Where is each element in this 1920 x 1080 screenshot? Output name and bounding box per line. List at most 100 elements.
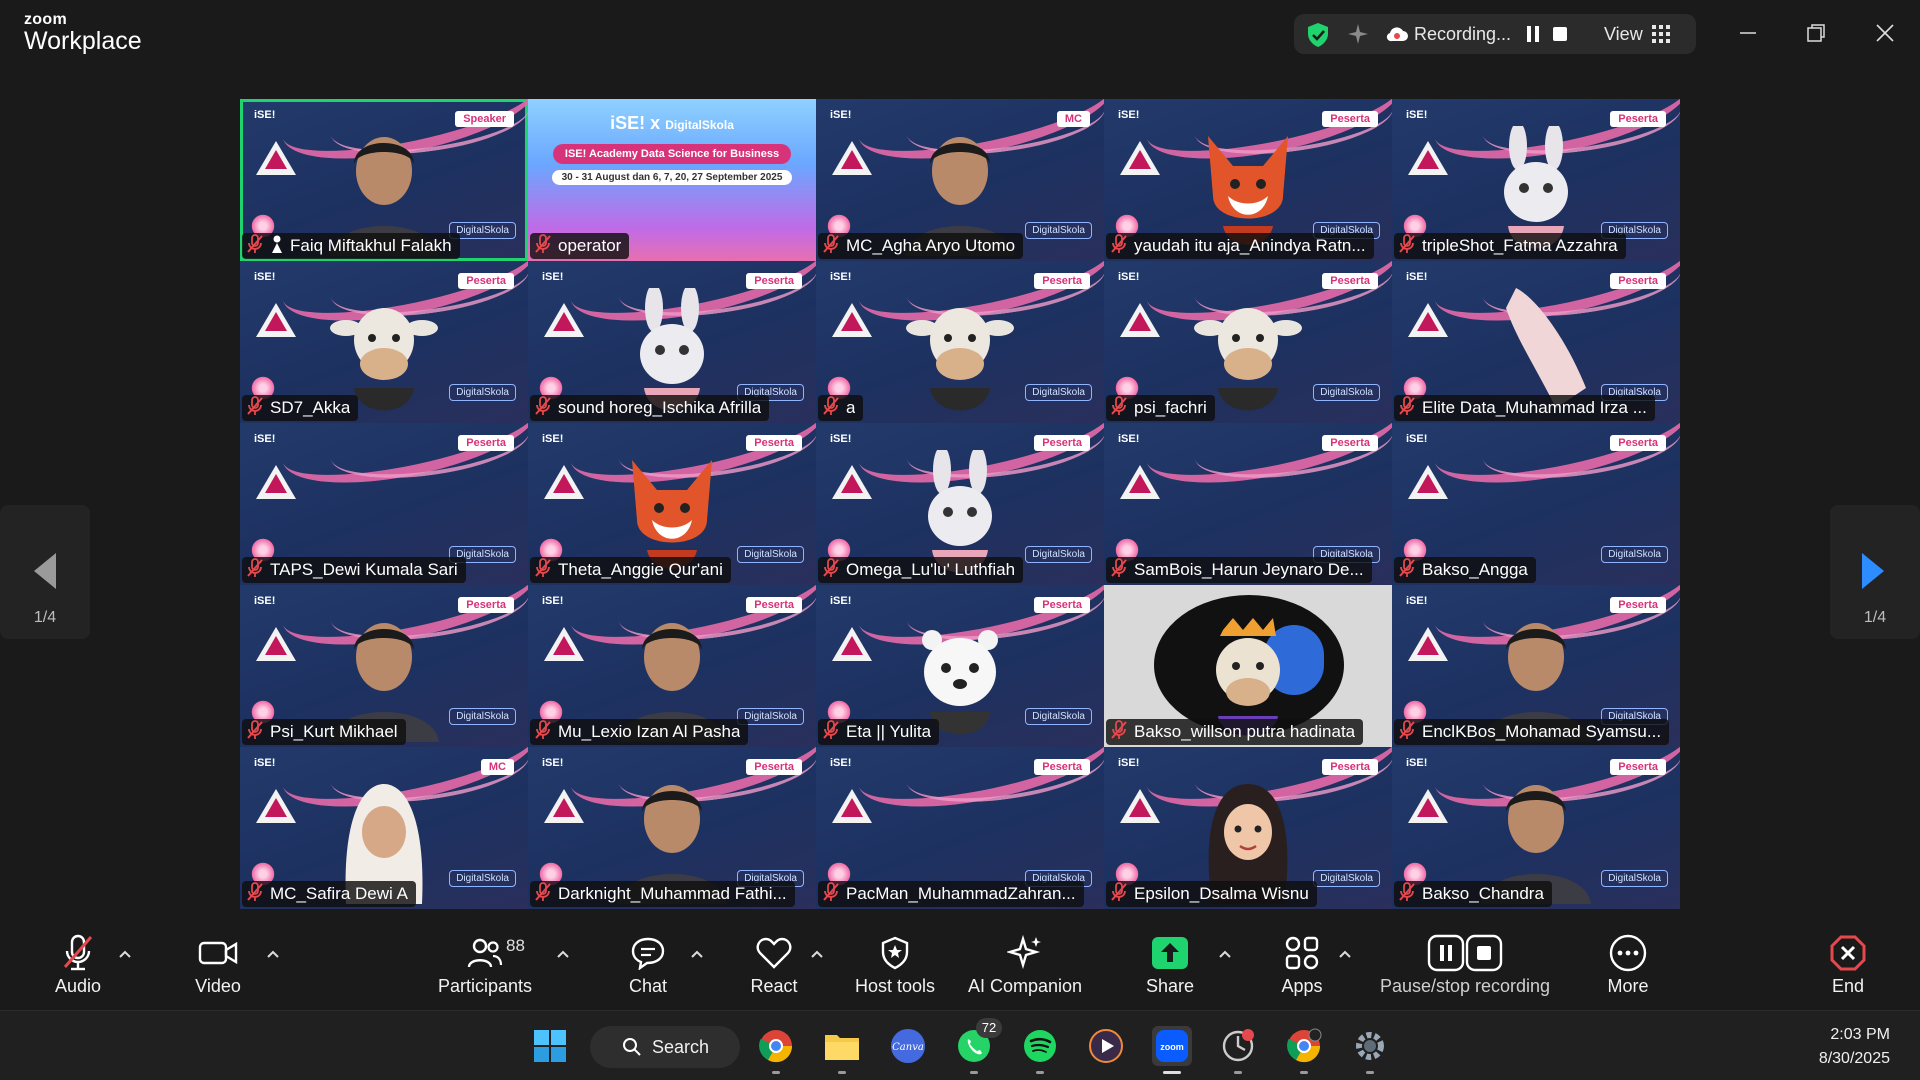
chrome-profile-icon[interactable] — [1284, 1026, 1324, 1074]
participant-tile[interactable]: iSE! Peserta DigitalSkola psi_fachri — [1104, 261, 1392, 423]
ise-mini-logo: iSE! — [542, 271, 564, 283]
participant-name-bar: MC_Agha Aryo Utomo — [818, 233, 1024, 259]
apps-options-caret-icon[interactable] — [1338, 946, 1352, 964]
ai-companion-button[interactable]: AI Companion — [960, 920, 1090, 1010]
participant-tile[interactable]: iSE! Peserta DigitalSkola sound horeg_Ischi… — [528, 261, 816, 423]
audio-button[interactable]: Audio — [38, 920, 118, 1010]
muted-mic-icon — [534, 395, 552, 421]
participant-name-bar: PacMan_MuhammadZahran... — [818, 881, 1084, 907]
digitalskola-mini-logo: DigitalSkola — [1025, 384, 1092, 401]
zoom-icon[interactable]: zoom — [1152, 1026, 1192, 1074]
chat-button[interactable]: Chat — [618, 920, 678, 1010]
media-player-icon[interactable] — [1086, 1026, 1126, 1066]
digitalskola-mini-logo: DigitalSkola — [1025, 222, 1092, 239]
apps-button[interactable]: Apps — [1272, 920, 1332, 1010]
participant-tile[interactable]: iSE! Peserta DigitalSkola Elite Data_Muhamm… — [1392, 261, 1680, 423]
windows-start-icon[interactable] — [530, 1026, 570, 1066]
video-button[interactable]: Video — [178, 920, 258, 1010]
whatsapp-icon[interactable]: 72 — [954, 1018, 1002, 1074]
participant-tile[interactable]: iSE! Peserta DigitalSkola SamBois_Harun Jey… — [1104, 423, 1392, 585]
participant-tile[interactable]: iSE! Peserta DigitalSkola PacMan_MuhammadZa… — [816, 747, 1104, 909]
ise-mini-logo: iSE! — [830, 595, 852, 607]
participant-name: Mu_Lexio Izan Al Pasha — [558, 722, 741, 741]
participant-name-bar: Bakso_Angga — [1394, 557, 1536, 583]
grid-view-icon[interactable] — [1652, 25, 1670, 48]
audio-options-caret-icon[interactable] — [118, 946, 132, 964]
participant-tile[interactable]: iSE! Peserta DigitalSkola Psi_Kurt Mikhael — [240, 585, 528, 747]
chrome-icon[interactable] — [756, 1026, 796, 1074]
participant-name-bar: TAPS_Dewi Kumala Sari — [242, 557, 466, 583]
host-tools-button[interactable]: Host tools — [848, 920, 942, 1010]
next-page-button[interactable]: 1/4 — [1830, 505, 1920, 639]
ise-mini-logo: iSE! — [1118, 109, 1140, 121]
restore-icon[interactable] — [1803, 20, 1829, 46]
participant-tile[interactable]: iSE! Peserta DigitalSkola Darknight_Muhamma… — [528, 747, 816, 909]
participants-button[interactable]: Participants — [430, 920, 540, 1010]
participants-count: 88 — [506, 936, 525, 955]
share-options-caret-icon[interactable] — [1218, 946, 1232, 964]
muted-mic-icon — [246, 557, 264, 583]
role-badge: Speaker — [455, 111, 514, 127]
view-button[interactable]: View — [1604, 24, 1643, 45]
meeting-toolbar: Audio Video Participants 88 Chat React H… — [0, 920, 1920, 1010]
react-button[interactable]: React — [744, 920, 804, 1010]
stop-icon[interactable] — [1552, 26, 1568, 47]
digitalskola-mini-logo: DigitalSkola — [449, 870, 516, 887]
react-options-caret-icon[interactable] — [810, 946, 824, 964]
role-badge: Peserta — [746, 273, 802, 289]
participant-tile[interactable]: iSE! Peserta DigitalSkola Theta_Anggie Qur'… — [528, 423, 816, 585]
taskbar-search[interactable]: Search — [590, 1026, 740, 1068]
participants-options-caret-icon[interactable] — [556, 946, 570, 964]
participant-tile[interactable]: iSE! Peserta DigitalSkola Epsilon_Dsalma Wi… — [1104, 747, 1392, 909]
muted-mic-icon — [1398, 881, 1416, 907]
sparkle-icon[interactable] — [1346, 22, 1370, 51]
zoom-logo: zoom Workplace — [24, 12, 142, 54]
participant-tile[interactable]: iSE! MC DigitalSkola MC_Agha Aryo Utomo — [816, 99, 1104, 261]
close-icon[interactable] — [1872, 20, 1898, 46]
participant-tile[interactable]: iSE! Peserta DigitalSkola yaudah itu aja_An… — [1104, 99, 1392, 261]
muted-mic-icon — [822, 719, 840, 745]
pause-stop-recording-button[interactable]: Pause/stop recording — [1370, 920, 1560, 1010]
participant-name: MC_Safira Dewi A — [270, 884, 408, 903]
svg-text:Canva: Canva — [892, 1042, 924, 1053]
participant-tile[interactable]: iSE! Peserta DigitalSkola Omega_Lu'lu' Luth… — [816, 423, 1104, 585]
participant-tile[interactable]: iSE! Peserta DigitalSkola tripleShot_Fatma … — [1392, 99, 1680, 261]
participant-name-bar: sound horeg_Ischika Afrilla — [530, 395, 770, 421]
muted-mic-icon — [534, 719, 552, 745]
participant-tile[interactable]: iSE! Peserta DigitalSkola a — [816, 261, 1104, 423]
participant-tile[interactable]: iSE! Peserta DigitalSkola TAPS_Dewi Kumala … — [240, 423, 528, 585]
participant-tile[interactable]: iSE! x DigitalSkola ISE! Academy Data Sci… — [528, 99, 816, 261]
more-button[interactable]: More — [1598, 920, 1658, 1010]
minimize-icon[interactable] — [1735, 20, 1761, 46]
pause-icon[interactable] — [1526, 25, 1540, 48]
participant-tile[interactable]: Bakso_willson putra hadinata — [1104, 585, 1392, 747]
video-options-caret-icon[interactable] — [266, 946, 280, 964]
participant-tile[interactable]: iSE! Peserta DigitalSkola Eta || Yulita — [816, 585, 1104, 747]
participant-tile[interactable]: iSE! Speaker DigitalSkola Faiq Miftakhul Fa… — [240, 99, 528, 261]
warning-logo-icon — [256, 789, 296, 823]
security-shield-icon[interactable] — [1306, 22, 1330, 53]
chat-options-caret-icon[interactable] — [690, 946, 704, 964]
participant-tile[interactable]: iSE! Peserta DigitalSkola EnclKBos_Mohamad … — [1392, 585, 1680, 747]
participant-tile[interactable]: iSE! Peserta DigitalSkola Mu_Lexio Izan Al … — [528, 585, 816, 747]
participant-tile[interactable]: iSE! Peserta DigitalSkola Bakso_Angga — [1392, 423, 1680, 585]
ise-mini-logo: iSE! — [1118, 433, 1140, 445]
settings-icon[interactable] — [1350, 1026, 1390, 1074]
file-explorer-icon[interactable] — [822, 1026, 862, 1074]
role-badge: Peserta — [1034, 759, 1090, 775]
muted-mic-icon — [246, 233, 264, 259]
app-icon[interactable] — [1218, 1026, 1258, 1074]
ise-mini-logo: iSE! — [1406, 757, 1428, 769]
participant-tile[interactable]: iSE! MC DigitalSkola MC_Safira Dewi A — [240, 747, 528, 909]
ise-mini-logo: iSE! — [830, 757, 852, 769]
prev-page-button[interactable]: 1/4 — [0, 505, 90, 639]
end-button[interactable]: End — [1818, 920, 1878, 1010]
event-slide: iSE! x DigitalSkola ISE! Academy Data Sci… — [528, 113, 816, 185]
share-button[interactable]: Share — [1140, 920, 1200, 1010]
participant-tile[interactable]: iSE! Peserta DigitalSkola SD7_Akka — [240, 261, 528, 423]
canva-icon[interactable]: Canva — [888, 1026, 928, 1066]
system-clock[interactable]: 2:03 PM 8/30/2025 — [1819, 1023, 1890, 1071]
participant-tile[interactable]: iSE! Peserta DigitalSkola Bakso_Chandra — [1392, 747, 1680, 909]
spotify-icon[interactable] — [1020, 1026, 1060, 1074]
ise-mini-logo: iSE! — [1406, 595, 1428, 607]
